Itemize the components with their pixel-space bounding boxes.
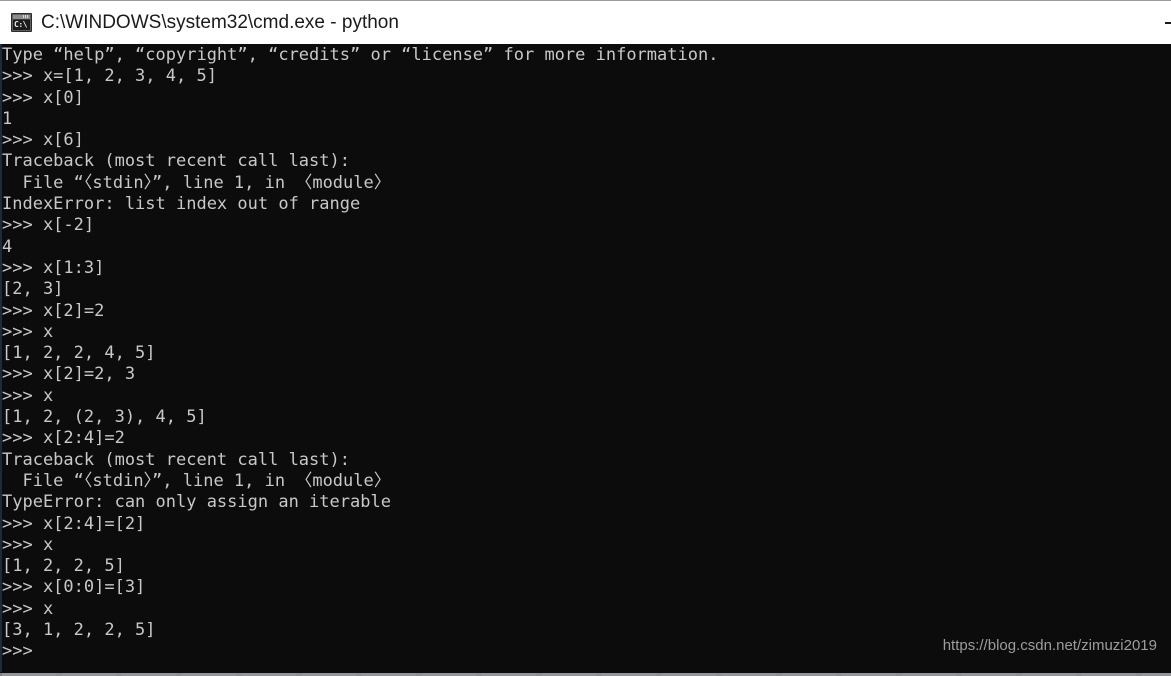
console-line: IndexError: list index out of range	[2, 194, 361, 215]
console-line: >>> x	[2, 385, 54, 406]
console-line: >>>	[2, 641, 43, 662]
console-text-buffer: Type “help”, “copyright”, “credits” or “…	[2, 45, 718, 663]
console-line: [1, 2, 2, 4, 5]	[2, 343, 156, 364]
cmd-app-icon: C:\	[11, 13, 32, 32]
console-line: >>> x	[2, 321, 54, 342]
console-line: >>> x[6]	[2, 130, 84, 151]
titlebar-left-group: C:\ C:\WINDOWS\system32\cmd.exe - python	[0, 13, 1149, 32]
console-line: 4	[2, 236, 13, 257]
watermark-url: https://blog.csdn.net/zimuzi2019	[942, 637, 1157, 654]
minimize-icon	[1165, 21, 1171, 24]
minimize-button[interactable]	[1149, 1, 1171, 45]
console-line: >>> x[2]=2	[2, 300, 105, 321]
console-line: >>> x[-2]	[2, 215, 95, 236]
console-line: [3, 1, 2, 2, 5]	[2, 620, 156, 641]
console-line: >>> x[2:4]=[2]	[2, 513, 146, 534]
console-line: >>> x[0:0]=[3]	[2, 577, 146, 598]
console-line: File “〈stdin〉”, line 1, in 〈module〉	[2, 470, 391, 491]
console-line: [2, 3]	[2, 279, 64, 300]
console-line: Type “help”, “copyright”, “credits” or “…	[2, 45, 719, 65]
window-bottom-edge	[0, 672, 1171, 676]
console-line: >>> x[1:3]	[2, 257, 105, 278]
console-line: [1, 2, 2, 5]	[2, 556, 125, 577]
console-output-area[interactable]: Type “help”, “copyright”, “credits” or “…	[0, 44, 1171, 676]
console-line: >>> x	[2, 598, 54, 619]
console-line: Traceback (most recent call last):	[2, 449, 350, 470]
console-line: >>> x	[2, 534, 54, 555]
console-line: >>> x[0]	[2, 87, 84, 108]
console-line: >>> x=[1, 2, 3, 4, 5]	[2, 66, 217, 87]
window-title: C:\WINDOWS\system32\cmd.exe - python	[41, 12, 399, 33]
cmd-console-window: C:\ C:\WINDOWS\system32\cmd.exe - python…	[0, 0, 1171, 676]
window-titlebar[interactable]: C:\ C:\WINDOWS\system32\cmd.exe - python	[0, 0, 1171, 44]
console-line: >>> x[2:4]=2	[2, 428, 125, 449]
console-line: File “〈stdin〉”, line 1, in 〈module〉	[2, 172, 391, 193]
window-controls	[1149, 1, 1171, 45]
cmd-icon-buttons	[23, 15, 29, 18]
console-line: 1	[2, 108, 13, 129]
console-line: Traceback (most recent call last):	[2, 151, 350, 172]
console-line: TypeError: can only assign an iterable	[2, 492, 391, 513]
console-line: >>> x[2]=2, 3	[2, 364, 136, 385]
cmd-icon-prompt-text: C:\	[13, 20, 30, 30]
console-line: [1, 2, (2, 3), 4, 5]	[2, 407, 207, 428]
